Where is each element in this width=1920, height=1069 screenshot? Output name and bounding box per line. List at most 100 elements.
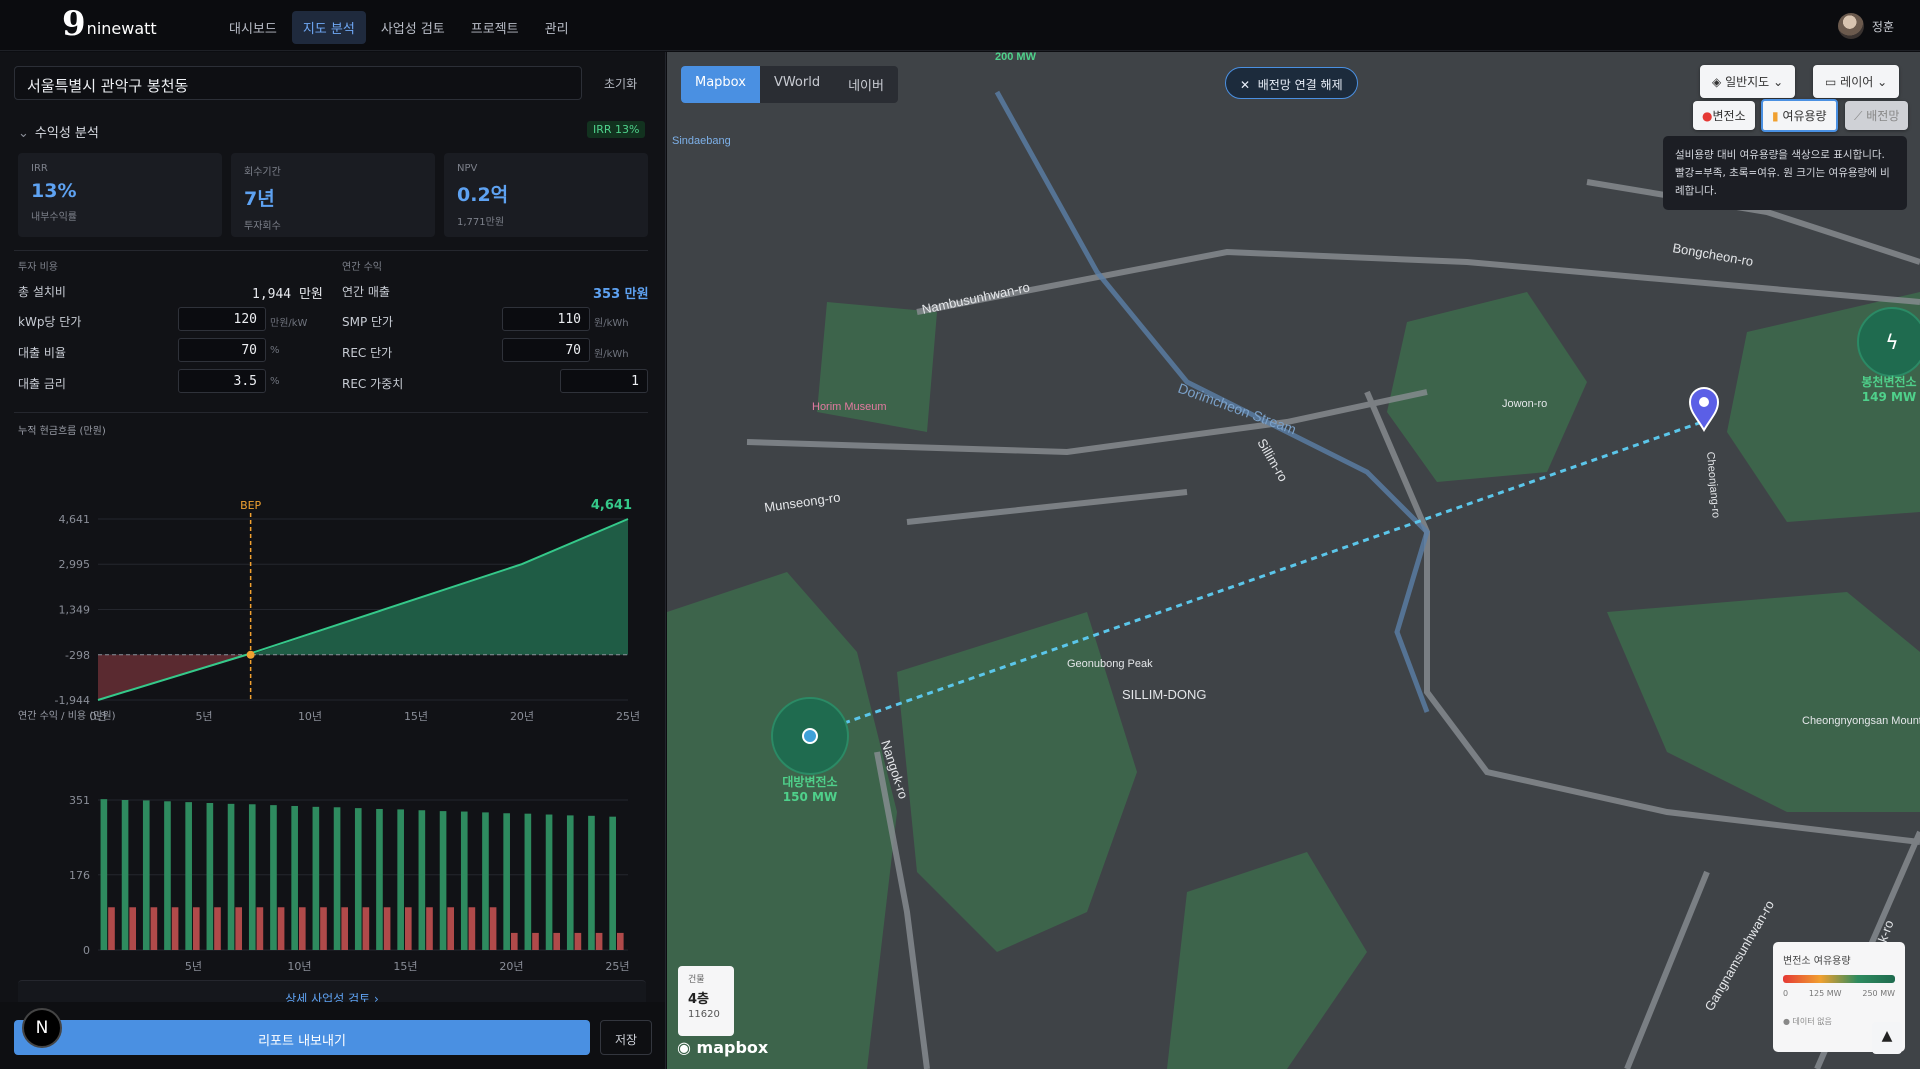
rec-input[interactable]: 70 xyxy=(502,338,590,362)
location-pin-icon[interactable] xyxy=(1688,387,1720,432)
tab-mapbox[interactable]: Mapbox xyxy=(681,66,760,103)
revenue-bar xyxy=(545,814,553,950)
avatar[interactable] xyxy=(1837,13,1864,39)
cost-bar xyxy=(129,907,137,950)
ninewatt-logo[interactable]: 9 ninewatt xyxy=(62,4,157,44)
building-code: 11620 xyxy=(688,1009,720,1020)
legend-gradient xyxy=(1783,975,1895,983)
revenue-bar xyxy=(291,805,298,950)
nav-dashboard[interactable]: 대시보드 xyxy=(218,11,288,44)
rec-weight-input[interactable]: 1 xyxy=(560,369,648,393)
legend-tick: 0 xyxy=(1783,989,1789,998)
nav-projects[interactable]: 프로젝트 xyxy=(460,11,530,44)
revenue-bar xyxy=(206,802,214,950)
gray-dot-icon: ● xyxy=(1783,1017,1790,1026)
cost-bar xyxy=(341,907,349,950)
cost-bar xyxy=(595,932,603,950)
end-value-label: 4,641 xyxy=(591,498,632,513)
smp-label: SMP 단가 xyxy=(342,315,394,329)
cost-bar xyxy=(616,932,624,950)
nav-map-analysis[interactable]: 지도 분석 xyxy=(291,11,366,44)
revenue-title: 연간 수익 xyxy=(342,262,382,273)
tab-naver[interactable]: 네이버 xyxy=(834,66,898,103)
park-area xyxy=(1607,592,1920,812)
mapbox-logo[interactable]: ◉ mapbox xyxy=(677,1038,768,1057)
revenue-bar xyxy=(185,802,192,950)
road xyxy=(1624,870,1710,1069)
loan-rate-input[interactable]: 3.5 xyxy=(178,369,266,393)
park-area xyxy=(1387,292,1587,482)
loan-ratio-label: 대출 비율 xyxy=(18,346,66,360)
nav-admin[interactable]: 관리 xyxy=(534,11,580,44)
tab-vworld[interactable]: VWorld xyxy=(760,66,834,103)
substation-a-capacity: 150 MW xyxy=(783,790,837,804)
smp-input[interactable]: 110 xyxy=(502,307,590,331)
map-view[interactable]: 대방변전소 150 MW ϟ 봉천변전소 149 MW Nambusunhwan… xyxy=(667,52,1920,1069)
chip-grid[interactable]: ⟋ 배전망 xyxy=(1845,101,1909,130)
legend-tick: 250 MW xyxy=(1862,989,1895,998)
cost-bar xyxy=(235,907,243,950)
place-label: Cheonjang-ro xyxy=(1704,451,1722,518)
export-report-button[interactable]: 리포트 내보내기 xyxy=(14,1020,590,1055)
mapbox-text: mapbox xyxy=(696,1038,769,1057)
compass-button[interactable]: ▲ xyxy=(1872,1022,1902,1054)
revenue-bar xyxy=(588,815,595,950)
disconnect-label: 배전망 연결 해제 xyxy=(1257,78,1343,92)
annual-revenue-cost-chart: 35117605년10년15년20년25년매출유지비+이자 xyxy=(69,794,629,1006)
chevron-down-icon: ⌄ xyxy=(1877,75,1888,89)
cost-bar xyxy=(510,932,518,950)
x-tick-label: 5년 xyxy=(185,960,202,973)
n-assistant-button[interactable]: N xyxy=(22,1008,62,1048)
annual-sales-value: 353 만원 xyxy=(593,287,649,302)
rec-unit: 원/kWh xyxy=(594,349,629,360)
disconnect-grid-button[interactable]: ✕ 배전망 연결 해제 xyxy=(1225,67,1358,99)
revenue-bar xyxy=(418,810,426,950)
nav-feasibility[interactable]: 사업성 검토 xyxy=(370,11,456,44)
cumulative-cashflow-chart: 4,6412,9951,349-298-1,9440년 5년 10년 15년 20년 25… xyxy=(55,498,641,723)
revenue-bar xyxy=(333,807,341,950)
chip-capacity[interactable]: ▮ 여유용량 xyxy=(1761,99,1838,132)
x-tick-label: 10년 xyxy=(287,960,311,973)
layers-icon: ◈ xyxy=(1712,75,1722,89)
card-sub: 투자회수 xyxy=(244,221,281,232)
card-sub: 내부수익률 xyxy=(31,212,77,223)
legend-ticks: 0 125 MW 250 MW xyxy=(1783,989,1895,998)
revenue-bar xyxy=(460,811,468,950)
cost-bar xyxy=(298,907,306,950)
cost-bar xyxy=(574,932,582,950)
reset-button[interactable]: 초기화 xyxy=(604,75,637,92)
loan-ratio-input[interactable]: 70 xyxy=(178,338,266,362)
rec-weight-label: REC 가중치 xyxy=(342,377,404,391)
logo-mark: 9 xyxy=(62,4,86,44)
x-tick-label: 25년 xyxy=(605,960,629,973)
y-tick-label: 176 xyxy=(69,869,90,882)
layer-select[interactable]: ▭ 레이어 ⌄ xyxy=(1813,65,1900,98)
capacity-tooltip: 설비용량 대비 여유용량을 색상으로 표시합니다. 빨강=부족, 초록=여유. … xyxy=(1663,136,1907,210)
cost-bar xyxy=(192,907,200,950)
save-button[interactable]: 저장 xyxy=(600,1020,652,1055)
revenue-bar xyxy=(397,809,404,950)
user-menu[interactable]: 정훈 xyxy=(1837,13,1894,39)
map-icon: ▭ xyxy=(1825,75,1837,89)
profitability-section-header[interactable]: ⌄ 수익성 분석 xyxy=(18,122,99,141)
pin-dot xyxy=(1699,397,1709,407)
address-field[interactable]: 서울특별시 관악구 봉천동 xyxy=(14,66,582,100)
analysis-panel: 서울특별시 관악구 봉천동 초기화 ⌄ 수익성 분석 IRR 13% IRR 13… xyxy=(0,52,666,1069)
revenue-bar xyxy=(566,815,574,950)
x-tick-label: 15년 xyxy=(393,960,417,973)
x-tick-label: 20년 xyxy=(499,960,523,973)
cost-bar xyxy=(362,907,370,950)
card-sub: 1,771만원 xyxy=(457,217,505,228)
total-cost-label: 총 설치비 xyxy=(18,285,66,299)
kw-price-input[interactable]: 120 xyxy=(178,307,266,331)
basemap-select[interactable]: ◈ 일반지도 ⌄ xyxy=(1700,65,1796,98)
user-name: 정훈 xyxy=(1871,19,1894,34)
revenue-bar xyxy=(482,812,489,950)
cost-bar xyxy=(426,907,433,950)
y-tick-label: 2,995 xyxy=(59,558,91,571)
chip-substation[interactable]: ●변전소 xyxy=(1693,101,1755,130)
cost-bar xyxy=(214,907,221,950)
cost-bar xyxy=(150,907,158,950)
card-value: 7년 xyxy=(244,188,275,210)
building-label: 건물 xyxy=(688,975,705,985)
